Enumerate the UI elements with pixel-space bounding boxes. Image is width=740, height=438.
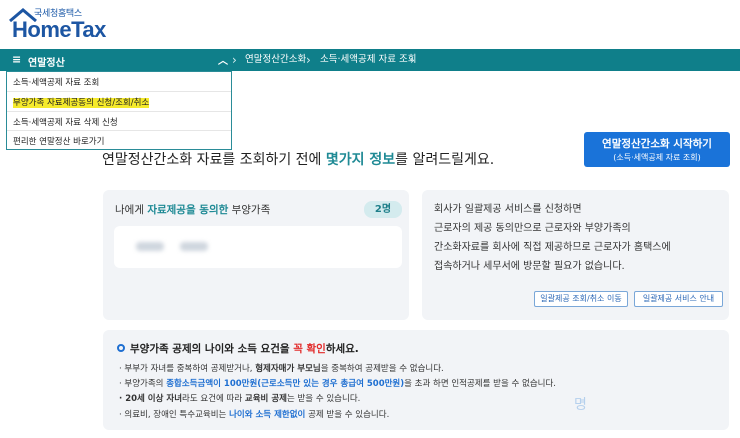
divider xyxy=(7,111,231,112)
menu-dropdown-toggle[interactable]: ≡ 연말정산 ︿ xyxy=(0,49,232,71)
chevron-up-icon: ︿ xyxy=(218,56,228,67)
top-navigation-bar: ≡ 연말정산 ︿ › 연말정산간소화 › 소득·세액공제 자료 조회 › xyxy=(0,49,740,71)
notice-line: · 의료비, 장애인 특수교육비는 나이와 소득 제한없이 공제 받을 수 있습… xyxy=(119,410,390,420)
menu-dropdown: 소득·세액공제 자료 조회 부양가족 자료제공동의 신청/조회/취소 소득·세액… xyxy=(6,71,232,150)
dropdown-item-dependent-consent[interactable]: 부양가족 자료제공동의 신청/조회/취소 xyxy=(13,96,150,108)
breadcrumb-separator-icon: › xyxy=(306,53,311,67)
consent-card-title: 나에게 자료제공을 동의한 부양가족 xyxy=(115,204,271,216)
logo-brand: HomeTax xyxy=(12,17,106,42)
hometax-logo[interactable]: 국세청홈택스 HomeTax xyxy=(6,4,116,44)
breadcrumb-item-deduction-lookup[interactable]: 소득·세액공제 자료 조회 xyxy=(320,49,416,71)
bulk-provision-lookup-button[interactable]: 일괄제공 조회/취소 이동 xyxy=(534,291,628,307)
breadcrumb-item-simplified-service[interactable]: 연말정산간소화 xyxy=(245,49,306,71)
dropdown-item-shortcut[interactable]: 편리한 연말정산 바로가기 xyxy=(13,135,104,147)
dropdown-item-deduction-lookup[interactable]: 소득·세액공제 자료 조회 xyxy=(13,76,99,88)
bullet-circle-icon xyxy=(117,344,125,352)
notice-line: · 부부가 자녀를 중복하여 공제받거나, 형제자매가 부모님을 중복하여 공제… xyxy=(119,364,444,374)
page: 국세청홈택스 HomeTax ≡ 연말정산 ︿ › 연말정산간소화 › 소득·세… xyxy=(0,0,740,438)
divider xyxy=(7,91,231,92)
menu-label: 연말정산 xyxy=(28,58,65,69)
hamburger-icon: ≡ xyxy=(12,53,22,66)
bulk-provision-guide-button[interactable]: 일괄제공 서비스 안내 xyxy=(634,291,723,307)
notice-title: 부양가족 공제의 나이와 소득 요건을 꼭 확인하세요. xyxy=(117,341,359,356)
notice-line: · 부양가족의 종합소득금액이 100만원(근로소득만 있는 경우 총급여 50… xyxy=(119,379,556,389)
dependent-requirements-notice: 부양가족 공제의 나이와 소득 요건을 꼭 확인하세요. · 부부가 자녀를 중… xyxy=(103,330,729,430)
divider xyxy=(7,130,231,131)
bulk-provision-description: 회사가 일괄제공 서비스를 신청하면 근로자의 제공 동의만으로 근로자와 부양… xyxy=(434,204,671,272)
dropdown-item-delete-request[interactable]: 소득·세액공제 자료 삭제 신청 xyxy=(13,116,118,128)
bulk-provision-info-card: 회사가 일괄제공 서비스를 신청하면 근로자의 제공 동의만으로 근로자와 부양… xyxy=(422,190,729,320)
notice-line: · 20세 이상 자녀라도 요건에 따라 교육비 공제는 받을 수 있습니다. xyxy=(119,394,361,404)
breadcrumb-separator-icon: › xyxy=(232,53,237,67)
start-simplified-service-button[interactable]: 연말정산간소화 시작하기 (소득·세액공제 자료 조회) xyxy=(584,132,730,167)
watermark: 명 xyxy=(574,397,587,413)
blurred-dependent-names xyxy=(114,226,402,268)
dependent-count-badge: 2명 xyxy=(364,201,402,218)
page-headline: 연말정산간소화 자료를 조회하기 전에 몇가지 정보를 알려드릴게요. xyxy=(102,152,495,168)
consenting-dependents-card: 나에게 자료제공을 동의한 부양가족 2명 xyxy=(103,190,409,320)
breadcrumb-separator-icon: › xyxy=(410,53,415,67)
